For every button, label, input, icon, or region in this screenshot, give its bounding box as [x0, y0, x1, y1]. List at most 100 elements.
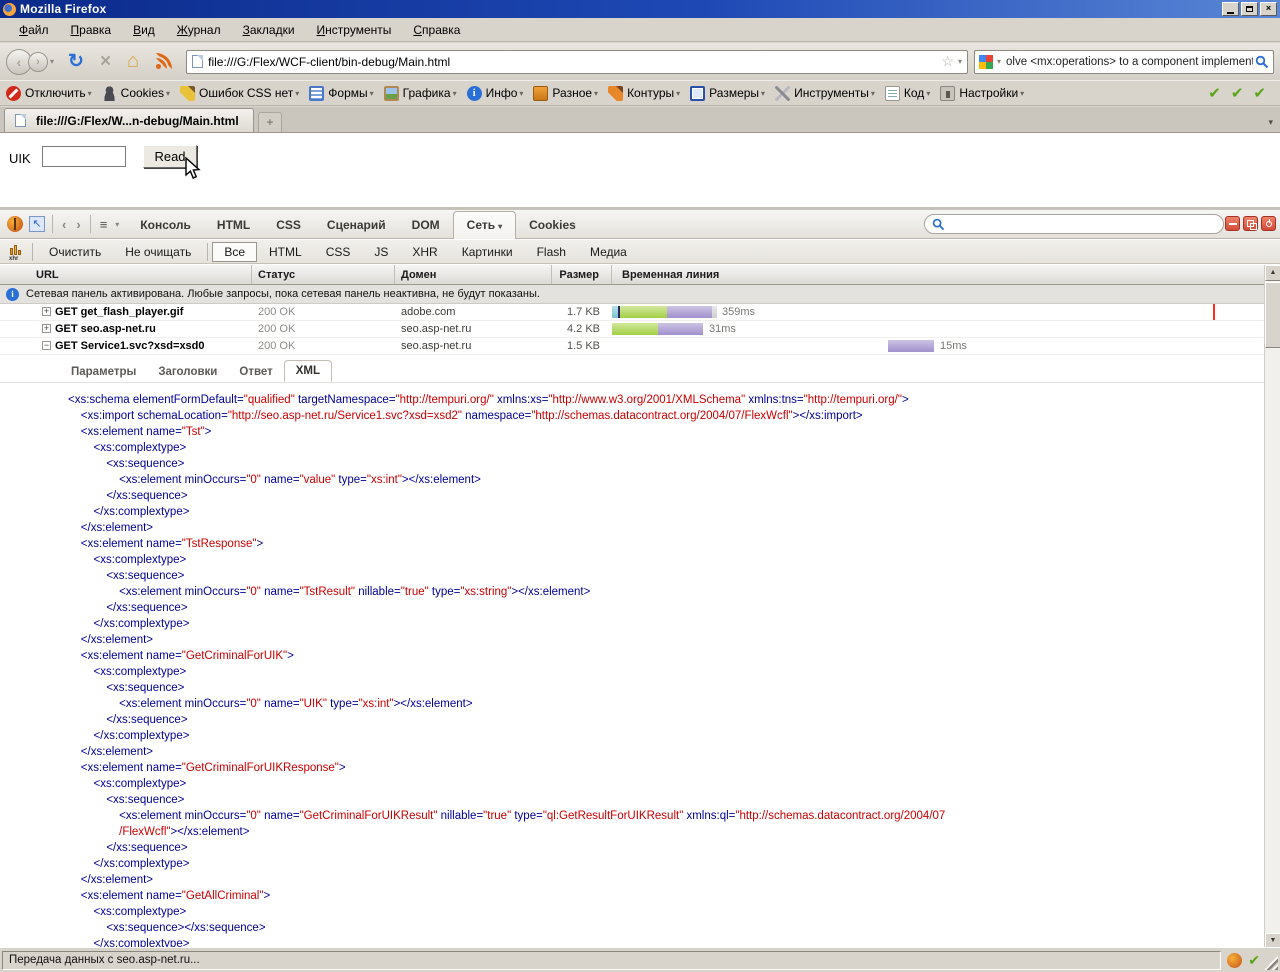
column-timeline[interactable]: Временная линия	[612, 265, 1264, 284]
search-go-icon[interactable]	[1255, 55, 1269, 69]
history-dropdown-icon[interactable]: ▾	[50, 57, 54, 66]
bookmark-star-icon[interactable]: ☆	[941, 53, 954, 70]
webdev-disable[interactable]: Отключить ▾	[6, 85, 92, 101]
info-icon: i	[466, 85, 482, 101]
webdev-resize[interactable]: Размеры ▾	[690, 85, 765, 101]
detail-tab-headers[interactable]: Заголовки	[147, 362, 228, 382]
google-icon[interactable]	[979, 54, 993, 69]
tab-cookies[interactable]: Cookies	[516, 212, 589, 239]
firebug-panel: ↖ ‹ › ≡ ▾ Консоль HTML CSS Сценарий DOM …	[0, 207, 1280, 950]
stop-button[interactable]: ×	[100, 51, 111, 73]
search-bar[interactable]: ▾ olve <mx:operations> to a component im…	[974, 49, 1274, 74]
webdev-misc[interactable]: Разное ▾	[533, 85, 598, 101]
menu-history[interactable]: Журнал	[166, 20, 232, 40]
resize-grip[interactable]	[1264, 956, 1278, 970]
url-bar[interactable]: file:///G:/Flex/WCF-client/bin-debug/Mai…	[186, 49, 968, 74]
expand-icon[interactable]: +	[42, 307, 51, 316]
browser-window: Mozilla Firefox × Файл Правка Вид Журнал…	[0, 0, 1280, 972]
search-input[interactable]: olve <mx:operations> to a component impl…	[1006, 56, 1253, 68]
forward-button[interactable]: ›	[28, 51, 48, 72]
firebug-close-button[interactable]	[1261, 216, 1276, 231]
webdev-forms[interactable]: Формы ▾	[309, 85, 374, 101]
collapse-icon[interactable]: −	[42, 341, 51, 350]
firefox-logo-icon	[3, 2, 16, 16]
filter-css[interactable]: CSS	[314, 242, 363, 262]
reload-button[interactable]: ↻	[68, 50, 84, 73]
filter-clear[interactable]: Очистить	[37, 242, 113, 262]
restore-button[interactable]	[1241, 2, 1258, 16]
webdev-images[interactable]: Графика ▾	[383, 85, 457, 101]
close-button[interactable]: ×	[1260, 2, 1277, 16]
tab-main-html[interactable]: file:///G:/Flex/W...n-debug/Main.html	[4, 108, 254, 132]
filter-js[interactable]: JS	[362, 242, 400, 262]
search-engine-dropdown-icon[interactable]: ▾	[997, 57, 1001, 66]
new-tab-button[interactable]: +	[258, 112, 282, 132]
menu-file[interactable]: Файл	[8, 20, 60, 40]
detail-tabs: Параметры Заголовки Ответ XML	[60, 360, 333, 382]
check-icon[interactable]: ✔	[1208, 84, 1221, 102]
firebug-statusbar-icon[interactable]	[1227, 952, 1243, 968]
firebug-search-input[interactable]	[924, 214, 1224, 234]
webdev-info[interactable]: i Инфо ▾	[466, 85, 523, 101]
menu-edit[interactable]: Правка	[60, 20, 123, 40]
webdev-outline[interactable]: Контуры ▾	[608, 85, 680, 101]
check-icon[interactable]: ✔	[1231, 84, 1244, 102]
menu-help[interactable]: Справка	[402, 20, 471, 40]
column-url[interactable]: URL	[0, 265, 252, 284]
menu-view[interactable]: Вид	[122, 20, 166, 40]
webdev-css-errors[interactable]: Ошибок CSS нет ▾	[180, 85, 299, 101]
cookies-icon	[101, 85, 117, 101]
tab-script[interactable]: Сценарий	[314, 212, 399, 239]
nav-back-icon[interactable]: ‹	[57, 217, 71, 232]
tab-dom[interactable]: DOM	[399, 212, 453, 239]
tab-list-dropdown-icon[interactable]: ▾	[1263, 115, 1278, 130]
firebug-icon[interactable]	[7, 216, 23, 232]
filter-html[interactable]: HTML	[257, 242, 314, 262]
webdev-cookies[interactable]: Cookies ▾	[101, 85, 170, 101]
outline-icon	[608, 85, 624, 101]
minimize-button[interactable]	[1222, 2, 1239, 16]
webdev-view-source[interactable]: Код ▾	[884, 85, 930, 101]
tab-html[interactable]: HTML	[204, 212, 263, 239]
filter-xhr[interactable]: XHR	[400, 242, 449, 262]
webdev-statusbar-icon[interactable]: ✔	[1248, 952, 1260, 969]
tab-net[interactable]: Сеть ▾	[452, 210, 517, 239]
column-domain[interactable]: Домен	[395, 265, 552, 284]
firebug-detach-button[interactable]	[1243, 216, 1258, 231]
tab-console[interactable]: Консоль	[127, 212, 204, 239]
column-status[interactable]: Статус	[252, 265, 395, 284]
webdev-options[interactable]: Настройки ▾	[940, 85, 1024, 101]
filter-flash[interactable]: Flash	[525, 242, 578, 262]
url-text[interactable]: file:///G:/Flex/WCF-client/bin-debug/Mai…	[208, 55, 941, 69]
menu-bookmarks[interactable]: Закладки	[232, 20, 306, 40]
detail-tab-params[interactable]: Параметры	[60, 362, 147, 382]
table-row[interactable]: + GET seo.asp-net.ru 200 OK seo.asp-net.r…	[0, 321, 1264, 338]
filter-all[interactable]: Все	[212, 241, 258, 262]
firebug-minimize-button[interactable]	[1225, 216, 1240, 231]
filter-images[interactable]: Картинки	[450, 242, 525, 262]
inspect-element-icon[interactable]: ↖	[29, 216, 45, 232]
scroll-up-icon[interactable]: ▲	[1265, 265, 1280, 281]
filter-persist[interactable]: Не очищать	[113, 242, 203, 262]
table-row[interactable]: + GET get_flash_player.gif 200 OK adobe.c…	[0, 304, 1264, 321]
column-size[interactable]: Размер	[552, 265, 612, 284]
home-button[interactable]: ⌂	[127, 50, 139, 73]
menu-tools[interactable]: Инструменты	[306, 20, 403, 40]
detail-tab-response[interactable]: Ответ	[228, 362, 283, 382]
nav-forward-icon[interactable]: ›	[71, 217, 85, 232]
detail-tab-xml[interactable]: XML	[283, 360, 333, 382]
filter-media[interactable]: Медиа	[578, 242, 639, 262]
uik-input[interactable]	[42, 146, 126, 167]
rss-feed-icon[interactable]	[155, 53, 173, 70]
title-bar[interactable]: Mozilla Firefox ×	[0, 0, 1280, 18]
url-dropdown-icon[interactable]: ▾	[958, 57, 962, 66]
table-row[interactable]: − GET Service1.svc?xsd=xsd0 200 OK seo.as…	[0, 338, 1264, 355]
expand-icon[interactable]: +	[42, 324, 51, 333]
tab-css[interactable]: CSS	[263, 212, 314, 239]
webdev-tools[interactable]: Инструменты ▾	[775, 85, 875, 101]
firebug-menu-dropdown-icon[interactable]: ▾	[115, 220, 119, 229]
check-icon[interactable]: ✔	[1253, 84, 1266, 102]
firebug-menu-icon[interactable]: ≡	[95, 217, 112, 232]
scrollbar[interactable]: ▲ ▼	[1264, 265, 1280, 949]
scrollbar-thumb[interactable]	[1265, 282, 1280, 348]
